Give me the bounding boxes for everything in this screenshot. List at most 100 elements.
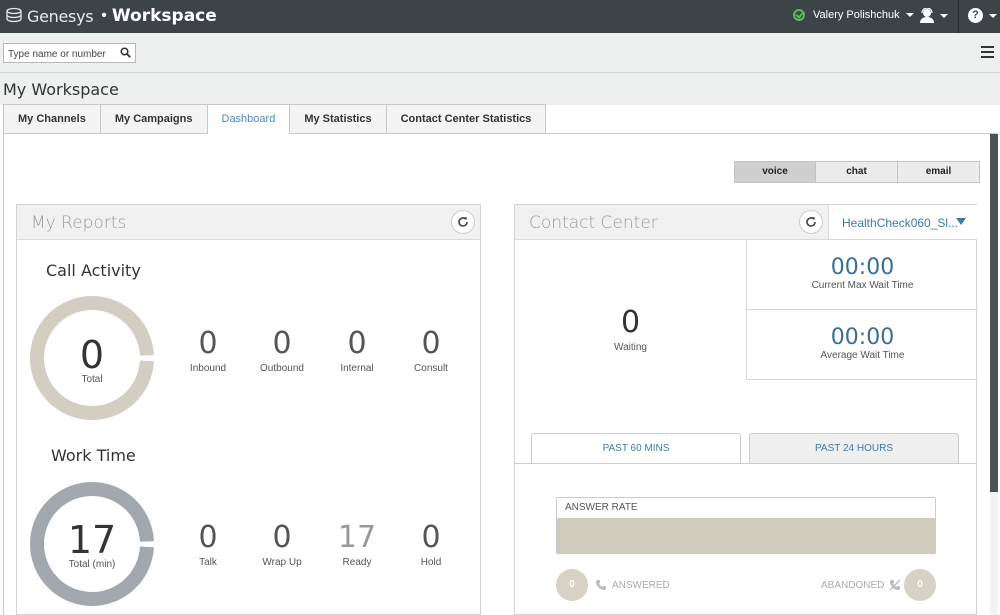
search-bar <box>0 33 1000 73</box>
call-activity-total-value: 0 <box>79 333 105 377</box>
metric-label: Internal <box>340 363 374 374</box>
metric-hold: 0 Hold <box>396 520 466 569</box>
chevron-down-icon <box>956 218 966 225</box>
contact-center-header: Contact Center HealthCheck060_Sl... <box>515 205 977 240</box>
chevron-down-icon <box>940 13 948 18</box>
metric-value: 0 <box>347 326 367 361</box>
tab-my-statistics[interactable]: My Statistics <box>290 104 387 134</box>
avg-wait-stat: 00:00 Average Wait Time <box>746 310 978 380</box>
range-tabs-divider <box>515 463 976 464</box>
work-time-total-label: Total (min) <box>68 559 116 570</box>
metric-consult: 0 Consult <box>396 326 466 375</box>
metric-label: Consult <box>414 363 448 374</box>
search-icon[interactable] <box>120 47 131 58</box>
work-time-title: Work Time <box>51 446 136 465</box>
contact-center-title: Contact Center <box>529 213 658 233</box>
queue-select[interactable]: HealthCheck060_Sl... <box>828 205 977 240</box>
chevron-down-icon <box>989 13 997 18</box>
abandoned-label: ABANDONED <box>821 579 885 591</box>
metric-talk: 0 Talk <box>173 520 243 569</box>
waiting-label: Waiting <box>614 342 647 353</box>
max-wait-stat: 00:00 Current Max Wait Time <box>746 240 978 310</box>
answered-count: 0 <box>556 569 588 601</box>
queue-select-value: HealthCheck060_Sl... <box>842 216 959 230</box>
search-input[interactable] <box>4 45 116 64</box>
metric-value: 0 <box>272 520 292 555</box>
refresh-icon <box>458 217 468 227</box>
abandoned-count: 0 <box>904 569 936 601</box>
answered-label: ANSWERED <box>612 579 670 591</box>
metric-label: Ready <box>342 557 372 568</box>
tab-my-channels[interactable]: My Channels <box>3 104 101 134</box>
help-menu-button[interactable]: ? <box>968 8 997 23</box>
media-voice-button[interactable]: voice <box>734 161 816 183</box>
metric-label: Inbound <box>189 363 227 374</box>
metric-inbound: 0 Inbound <box>173 326 243 375</box>
user-status-menu[interactable]: Valery Polishchuk <box>793 9 914 21</box>
tab-dashboard[interactable]: Dashboard <box>207 104 291 134</box>
media-switch: voice chat email <box>734 161 980 183</box>
call-activity-title: Call Activity <box>46 261 141 280</box>
phone-hangup-icon <box>889 579 901 591</box>
top-bar: Genesys • Workspace Valery Polishchuk ? <box>0 0 1000 33</box>
media-chat-button[interactable]: chat <box>816 161 898 183</box>
help-icon: ? <box>968 8 983 23</box>
agent-icon <box>920 8 934 23</box>
media-email-button[interactable]: email <box>898 161 980 183</box>
my-reports-panel: My Reports Call Activity 0 Total 0 Inbou… <box>16 204 481 615</box>
scrollbar-thumb[interactable] <box>990 134 998 492</box>
my-reports-header: My Reports <box>17 205 480 240</box>
refresh-reports-button[interactable] <box>451 210 475 234</box>
scrollbar[interactable] <box>990 134 998 615</box>
product-name: Workspace <box>111 6 217 26</box>
brand-name: Genesys <box>27 6 94 26</box>
my-reports-title: My Reports <box>31 213 127 233</box>
avg-wait-label: Average Wait Time <box>820 350 905 361</box>
team-communicator-search <box>3 43 136 64</box>
metric-value: 0 <box>421 326 441 361</box>
answer-rate-box: ANSWER RATE <box>556 497 936 554</box>
waiting-value: 0 <box>620 305 641 340</box>
metric-label: Wrap Up <box>262 557 302 568</box>
refresh-icon <box>806 217 816 227</box>
avg-wait-value: 00:00 <box>830 325 895 350</box>
contact-center-panel: Contact Center HealthCheck060_Sl... 0 Wa… <box>514 204 978 615</box>
metric-value: 0 <box>198 326 218 361</box>
answer-rate-label: ANSWER RATE <box>557 498 935 518</box>
metric-label: Hold <box>420 557 442 568</box>
max-wait-value: 00:00 <box>830 255 895 280</box>
metric-value: 0 <box>198 520 218 555</box>
metric-ready: 17 Ready <box>322 520 392 569</box>
metric-value: 0 <box>272 326 292 361</box>
status-ready-icon <box>793 9 805 21</box>
metric-outbound: 0 Outbound <box>247 326 317 375</box>
answer-rate-bar <box>557 518 935 554</box>
metric-value: 0 <box>421 520 441 555</box>
page-title: My Workspace <box>3 80 119 99</box>
metric-wrap-up: 0 Wrap Up <box>247 520 317 569</box>
main-menu-icon[interactable] <box>981 46 994 58</box>
tab-past-24-hours[interactable]: PAST 24 HOURS <box>749 433 959 464</box>
tab-my-campaigns[interactable]: My Campaigns <box>100 104 208 134</box>
tab-contact-center-statistics[interactable]: Contact Center Statistics <box>386 104 547 134</box>
workspace-header: My Workspace <box>0 73 1000 105</box>
waiting-stat: 0 Waiting <box>515 240 746 380</box>
call-activity-total-label: Total <box>81 374 103 385</box>
agent-menu-button[interactable] <box>920 8 948 23</box>
metric-value: 17 <box>337 520 377 555</box>
chevron-down-icon <box>905 13 914 17</box>
topbar-divider <box>958 0 959 33</box>
brand-separator: • <box>101 7 107 24</box>
abandoned-label-group: ABANDONED <box>821 579 901 591</box>
phone-icon <box>596 580 606 590</box>
metric-internal: 0 Internal <box>322 326 392 375</box>
work-time-total-value: 17 <box>67 518 117 562</box>
genesys-logo-icon <box>6 7 22 23</box>
answered-label-group: ANSWERED <box>595 579 670 591</box>
tab-past-60-mins[interactable]: PAST 60 MINS <box>531 433 741 464</box>
workspace-tabs: My Channels My Campaigns Dashboard My St… <box>3 104 547 134</box>
refresh-contact-center-button[interactable] <box>799 210 823 234</box>
metric-label: Outbound <box>260 363 304 374</box>
metric-label: Talk <box>199 557 217 568</box>
max-wait-label: Current Max Wait Time <box>811 280 914 291</box>
